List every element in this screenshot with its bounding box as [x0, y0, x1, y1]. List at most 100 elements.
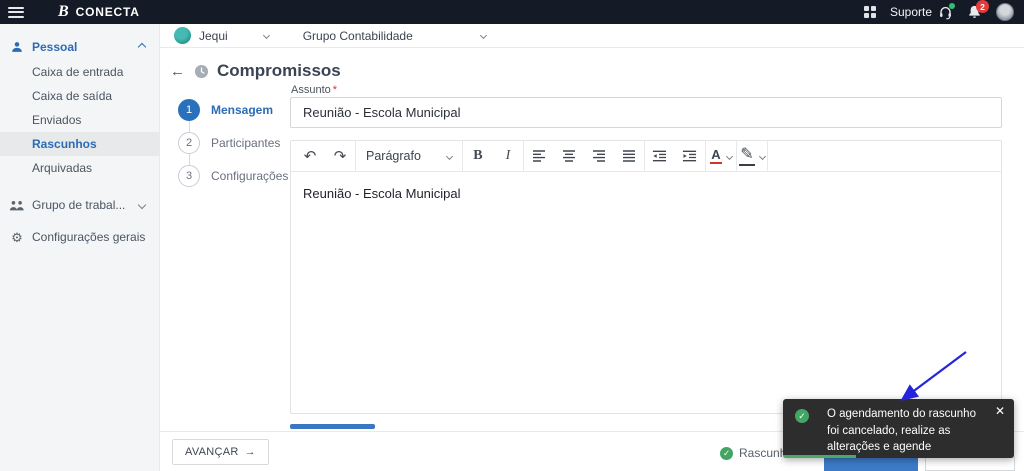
rich-text-editor: ↶ ↷ Parágrafo B I A ✎ Reunião - Escola M… — [290, 140, 1002, 414]
step-number[interactable]: 3 — [178, 165, 200, 187]
hamburger-menu-icon[interactable] — [8, 6, 24, 18]
undo-button[interactable]: ↶ — [297, 143, 323, 169]
user-context-avatar — [174, 27, 191, 44]
close-icon[interactable]: ✕ — [995, 405, 1005, 417]
gear-icon: ⚙ — [11, 229, 23, 245]
draft-status: ✓ Rascunh — [720, 446, 786, 460]
chevron-up-icon — [137, 42, 147, 52]
navbar-actions: Suporte 2 — [863, 0, 1024, 21]
advance-label: AVANÇAR — [185, 446, 239, 458]
sidebar-item-caixa-de-saida[interactable]: Caixa de saída — [0, 84, 159, 108]
subject-input[interactable] — [290, 97, 1002, 128]
step-number[interactable]: 1 — [178, 99, 200, 121]
chevron-down-icon — [725, 152, 733, 160]
user-context-dropdown[interactable]: Jequi — [174, 27, 270, 44]
sidebar-item-enviados[interactable]: Enviados — [0, 108, 159, 132]
chevron-down-icon — [137, 200, 147, 210]
step-configuracoes[interactable]: 3 Configurações — [178, 164, 288, 188]
subject-label-text: Assunto — [291, 84, 331, 96]
people-icon — [8, 199, 26, 212]
group-context-name: Grupo Contabilidade — [302, 28, 413, 43]
chevron-down-icon — [262, 31, 270, 40]
paragraph-style-label: Parágrafo — [366, 149, 421, 163]
step-label: Participantes — [211, 136, 281, 150]
support-label: Suporte — [889, 5, 932, 19]
notification-badge: 2 — [976, 0, 989, 13]
sidebar: Pessoal Caixa de entrada Caixa de saída … — [0, 24, 160, 471]
bold-button[interactable]: B — [465, 143, 491, 169]
draft-status-text: Rascunh — [739, 446, 787, 460]
page-title: Compromissos — [217, 61, 341, 80]
required-marker: * — [332, 84, 338, 96]
paragraph-style-dropdown[interactable]: Parágrafo — [356, 143, 462, 169]
sidebar-item-label: Enviados — [32, 113, 82, 127]
sidebar-item-rascunhos[interactable]: Rascunhos — [0, 132, 159, 156]
highlight-color-button[interactable]: ✎ — [739, 143, 766, 169]
editor-scrollbar-thumb[interactable] — [290, 424, 375, 429]
toolbar-separator — [643, 140, 645, 172]
support-button[interactable]: Suporte — [889, 2, 955, 20]
toolbar-separator — [704, 140, 706, 172]
logo-letter: B — [58, 3, 69, 20]
headset-icon — [938, 2, 955, 20]
group-context-dropdown[interactable]: Grupo Contabilidade — [303, 29, 413, 43]
sidebar-item-caixa-de-entrada[interactable]: Caixa de entrada — [0, 60, 159, 84]
text-color-glyph: A — [710, 147, 722, 165]
check-circle-icon: ✓ — [720, 446, 733, 460]
top-navbar: B CONECTA Suporte 2 — [0, 0, 1024, 24]
toast-progress-bar — [783, 455, 856, 458]
chevron-down-icon — [758, 152, 766, 160]
sidebar-item-label: Rascunhos — [32, 137, 97, 151]
sidebar-section-pessoal[interactable]: Pessoal — [0, 34, 159, 60]
user-avatar[interactable] — [996, 3, 1014, 21]
sidebar-section-configuracoes-gerais[interactable]: ⚙ Configurações gerais — [0, 224, 159, 250]
sidebar-section-label: Configurações gerais — [32, 230, 146, 244]
toolbar-separator — [522, 140, 524, 172]
align-left-button[interactable] — [526, 143, 552, 169]
toast-notification: ✓ O agendamento do rascunho foi cancelad… — [783, 399, 1014, 458]
step-mensagem[interactable]: 1 Mensagem — [178, 98, 288, 122]
highlight-pen-icon: ✎ — [739, 146, 755, 166]
sidebar-item-label: Caixa de entrada — [32, 65, 124, 79]
align-center-button[interactable] — [556, 143, 582, 169]
clock-icon — [194, 64, 209, 79]
toolbar-separator — [461, 140, 463, 172]
chevron-down-icon — [479, 31, 487, 40]
context-bar: Jequi Grupo Contabilidade — [160, 24, 1024, 48]
indent-button[interactable] — [677, 143, 703, 169]
subject-label: Assunto * — [291, 84, 337, 96]
chevron-down-icon — [445, 152, 453, 160]
align-justify-button[interactable] — [616, 143, 642, 169]
apps-grid-icon[interactable] — [863, 6, 876, 18]
right-arrow-icon: → — [244, 446, 256, 458]
sidebar-section-grupo-de-trabalho[interactable]: Grupo de trabal... — [0, 192, 159, 218]
sidebar-item-label: Arquivadas — [32, 161, 93, 175]
text-color-button[interactable]: A — [708, 143, 734, 169]
toast-message: O agendamento do rascunho foi cancelado,… — [827, 408, 976, 454]
app-window: B CONECTA Suporte 2 Pessoal Caixa de ent… — [0, 0, 1024, 471]
toolbar-separator — [766, 140, 768, 172]
sidebar-section-label: Grupo de trabal... — [32, 198, 126, 212]
brand-name: CONECTA — [75, 5, 140, 19]
stepper: 1 Mensagem 2 Participantes 3 Configuraçõ… — [178, 98, 288, 197]
align-right-button[interactable] — [586, 143, 612, 169]
italic-button[interactable]: I — [495, 143, 521, 169]
outdent-button[interactable] — [647, 143, 673, 169]
toolbar-separator — [735, 140, 737, 172]
page-header: ← Compromissos — [170, 61, 341, 81]
redo-button[interactable]: ↷ — [327, 143, 353, 169]
schedule-button-clipped[interactable] — [824, 456, 918, 471]
advance-button[interactable]: AVANÇAR → — [172, 439, 269, 465]
editor-content[interactable]: Reunião - Escola Municipal — [291, 172, 1001, 215]
secondary-button-clipped[interactable] — [925, 456, 1015, 471]
sidebar-item-arquivadas[interactable]: Arquivadas — [0, 156, 159, 180]
step-label: Mensagem — [211, 103, 274, 117]
back-arrow-icon[interactable]: ← — [170, 63, 185, 80]
step-label: Configurações — [211, 169, 289, 183]
sidebar-section-label: Pessoal — [32, 40, 78, 54]
notifications-button[interactable]: 2 — [967, 0, 989, 20]
step-participantes[interactable]: 2 Participantes — [178, 131, 288, 155]
app-logo: B CONECTA — [58, 3, 140, 21]
person-icon — [8, 40, 26, 54]
step-number[interactable]: 2 — [178, 132, 200, 154]
